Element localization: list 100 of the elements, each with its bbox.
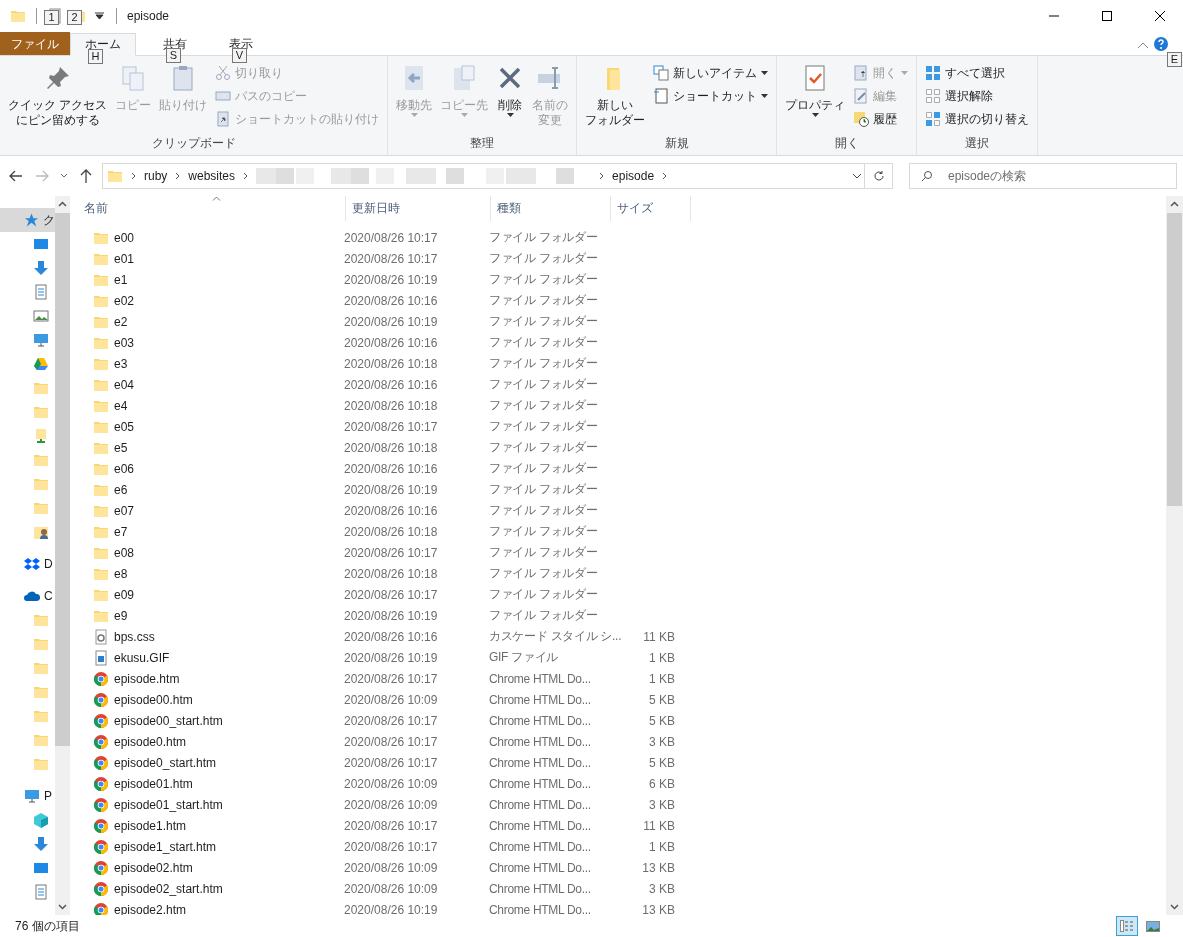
column-header[interactable]: 種類 xyxy=(491,196,611,221)
breadcrumb[interactable]: websites xyxy=(188,169,236,183)
group-label: 開く xyxy=(833,135,860,152)
size-cell-text: 13 KB xyxy=(641,860,675,875)
date-cell-text: 2020/08/26 10:17 xyxy=(343,587,439,602)
file-name[interactable]: e5 xyxy=(114,440,128,455)
file-name[interactable]: bps.css xyxy=(114,629,155,644)
breadcrumb[interactable]: episode xyxy=(612,169,655,183)
chevron-right-icon xyxy=(243,172,249,180)
ribbon-button[interactable]: 削除 xyxy=(494,60,527,135)
type-cell-text: ファイル フォルダー xyxy=(488,334,599,351)
cube-icon xyxy=(33,812,49,828)
file-name[interactable]: episode02_start.htm xyxy=(114,881,223,896)
size-cell-text: 3 KB xyxy=(648,797,675,812)
picture-icon xyxy=(33,308,49,324)
nav-item[interactable]: C xyxy=(0,584,55,608)
address-dropdown[interactable] xyxy=(850,171,864,181)
file-name[interactable]: episode00_start.htm xyxy=(114,713,223,728)
keytip: H xyxy=(88,49,103,64)
nav-item[interactable]: P xyxy=(0,784,55,808)
file-name[interactable]: e9 xyxy=(114,608,128,623)
date-cell-text: 2020/08/26 10:17 xyxy=(343,734,439,749)
column-header[interactable]: 更新日時 xyxy=(346,196,491,221)
keytip: V xyxy=(232,48,247,63)
file-name[interactable]: ekusu.GIF xyxy=(114,650,170,665)
details-view-button[interactable] xyxy=(1116,916,1138,936)
file-name[interactable]: e7 xyxy=(114,524,128,539)
file-name[interactable]: e00 xyxy=(114,230,135,245)
type-cell-text: カスケード スタイル シ... xyxy=(488,628,623,645)
date-cell-text: 2020/08/26 10:17 xyxy=(343,545,439,560)
customize-dropdown[interactable] xyxy=(93,10,106,22)
window-title: episode xyxy=(127,9,170,23)
ribbon-button[interactable]: 選択の切り替え xyxy=(923,108,1032,130)
file-name[interactable]: e07 xyxy=(114,503,135,518)
date-cell-text: 2020/08/26 10:09 xyxy=(343,776,439,791)
file-name[interactable]: episode01.htm xyxy=(114,776,193,791)
file-name[interactable]: episode.htm xyxy=(114,671,180,686)
chevron-right-icon xyxy=(175,172,181,180)
file-name[interactable]: e1 xyxy=(114,272,128,287)
new-item-icon xyxy=(653,65,670,81)
ribbon-button[interactable]: 新しい フォルダー xyxy=(583,60,648,135)
ribbon-button[interactable]: ショートカット xyxy=(651,85,771,107)
ribbon-button[interactable]: 新しいアイテム xyxy=(651,62,771,84)
ribbon-button[interactable]: すべて選択 xyxy=(923,62,1032,84)
nav-item[interactable]: D xyxy=(0,552,55,576)
file-name[interactable]: e6 xyxy=(114,482,128,497)
address-bar[interactable]: ruby websites episode xyxy=(102,163,865,189)
type-cell-text: ファイル フォルダー xyxy=(488,292,599,309)
file-name[interactable]: e08 xyxy=(114,545,135,560)
file-name[interactable]: e4 xyxy=(114,398,128,413)
file-name[interactable]: episode0.htm xyxy=(114,734,187,749)
file-name[interactable]: e8 xyxy=(114,566,128,581)
ribbon-button[interactable]: 選択解除 xyxy=(923,85,1032,107)
nav-item[interactable]: ク xyxy=(0,208,55,232)
ribbon-button[interactable]: プロパティ xyxy=(783,60,848,135)
file-name[interactable]: e04 xyxy=(114,377,135,392)
file-name[interactable]: episode0_start.htm xyxy=(114,755,217,770)
type-cell-text: Chrome HTML Do... xyxy=(488,797,592,812)
desktop-icon xyxy=(33,236,49,252)
file-name[interactable]: episode00.htm xyxy=(114,692,193,707)
file-name[interactable]: episode1_start.htm xyxy=(114,839,217,854)
column-header[interactable]: サイズ xyxy=(611,196,691,221)
type-cell-text: Chrome HTML Do... xyxy=(488,776,592,791)
file-tab[interactable]: ファイル xyxy=(0,32,70,55)
scrollbar[interactable] xyxy=(1166,196,1183,915)
details-view-icon xyxy=(1120,920,1134,932)
folder-icon xyxy=(33,684,49,700)
column-header[interactable]: 名前 xyxy=(78,196,346,221)
file-name[interactable]: e01 xyxy=(114,251,135,266)
file-name[interactable]: episode1.htm xyxy=(114,818,187,833)
folder-icon xyxy=(10,8,26,24)
network-folder-icon xyxy=(33,428,49,444)
file-name[interactable]: e2 xyxy=(114,314,128,329)
gear-file-icon xyxy=(93,628,109,645)
file-name[interactable]: episode01_start.htm xyxy=(114,797,223,812)
file-name[interactable]: e06 xyxy=(114,461,135,476)
file-name[interactable]: e03 xyxy=(114,335,135,350)
type-cell-text: GIF ファイル xyxy=(488,649,559,666)
file-name[interactable]: e05 xyxy=(114,419,135,434)
scrollbar[interactable] xyxy=(55,196,70,915)
date-cell-text: 2020/08/26 10:16 xyxy=(343,293,439,308)
maximize-icon xyxy=(1102,11,1112,21)
type-cell-text: Chrome HTML Do... xyxy=(488,902,592,915)
type-cell-text: Chrome HTML Do... xyxy=(488,713,592,728)
search-field[interactable]: episodeの検索 xyxy=(909,163,1177,189)
folder-icon xyxy=(33,476,49,492)
document-icon xyxy=(33,284,49,300)
file-name[interactable]: episode02.htm xyxy=(114,860,193,875)
date-cell-text: 2020/08/26 10:18 xyxy=(343,440,439,455)
file-name[interactable]: e02 xyxy=(114,293,135,308)
item-count: 76 個の項目 xyxy=(15,917,80,935)
keytip: E xyxy=(1167,52,1182,67)
breadcrumb[interactable]: ruby xyxy=(144,169,168,183)
ribbon-button[interactable]: 履歴 xyxy=(851,108,911,130)
document-icon xyxy=(33,884,49,900)
size-cell-text: 3 KB xyxy=(648,881,675,896)
type-cell-text: Chrome HTML Do... xyxy=(488,755,592,770)
caret-icon xyxy=(95,12,104,20)
file-name[interactable]: e09 xyxy=(114,587,135,602)
file-name[interactable]: e3 xyxy=(114,356,128,371)
